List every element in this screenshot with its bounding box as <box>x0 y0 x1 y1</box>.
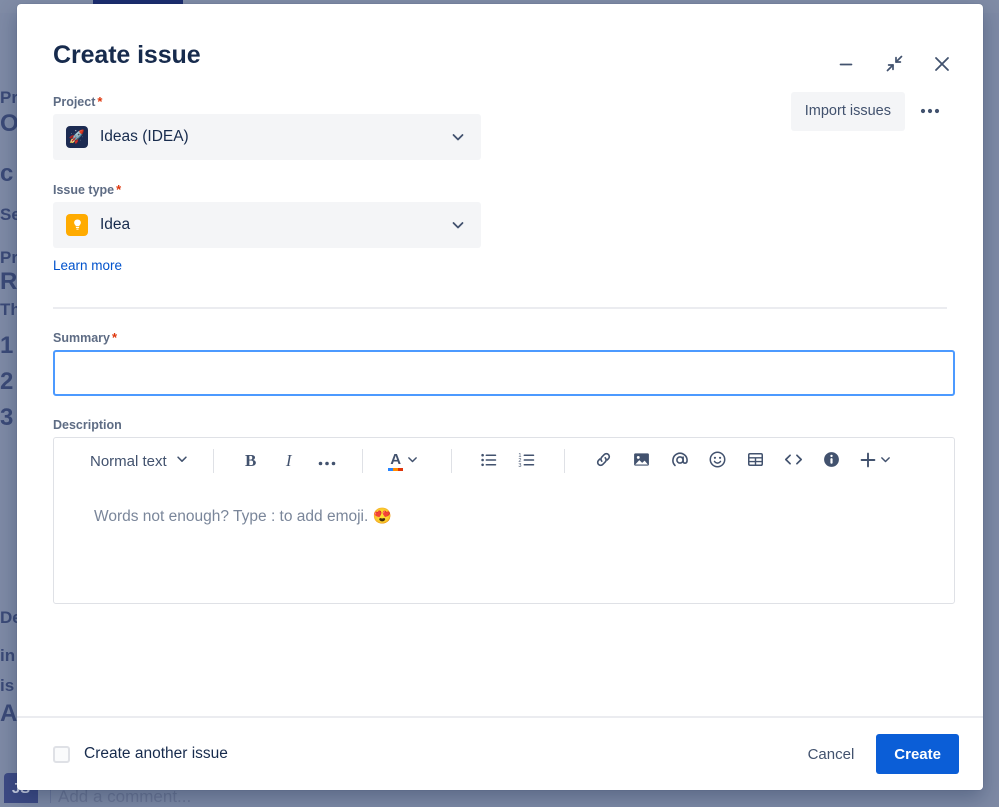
bullet-list-button[interactable] <box>473 445 505 477</box>
at-icon <box>670 450 690 473</box>
project-select[interactable]: 🚀 Ideas (IDEA) <box>53 114 481 160</box>
create-issue-modal: Create issue <box>17 4 983 790</box>
editor-toolbar: Normal text B I <box>54 438 954 485</box>
info-icon <box>822 450 841 472</box>
project-label-text: Project <box>53 95 95 109</box>
text-color-button[interactable]: A <box>382 445 426 477</box>
required-marker: * <box>97 94 102 109</box>
required-marker: * <box>116 182 121 197</box>
modal-footer: Create another issue Cancel Create <box>17 716 983 790</box>
table-button[interactable] <box>740 445 772 477</box>
cancel-button[interactable]: Cancel <box>794 735 869 773</box>
page-title: Create issue <box>53 42 947 70</box>
bold-button[interactable]: B <box>235 445 267 477</box>
import-issues-button[interactable]: Import issues <box>791 92 905 131</box>
more-formatting-button[interactable] <box>311 445 343 477</box>
description-editor-placeholder[interactable]: Words not enough? Type : to add emoji. 😍 <box>54 485 954 603</box>
create-another-issue-label: Create another issue <box>84 745 228 763</box>
svg-text:3: 3 <box>518 462 521 468</box>
rocket-icon: 🚀 <box>66 126 88 148</box>
insert-more-button[interactable] <box>854 445 898 477</box>
numbered-list-icon: 1 2 3 <box>518 451 536 472</box>
learn-more-link[interactable]: Learn more <box>53 258 122 273</box>
summary-input[interactable] <box>53 350 955 396</box>
issue-type-select[interactable]: Idea <box>53 202 481 248</box>
description-label: Description <box>53 418 947 432</box>
section-divider <box>53 307 947 309</box>
bullet-list-icon <box>480 451 498 472</box>
link-button[interactable] <box>588 445 620 477</box>
footer-actions: Cancel Create <box>794 734 959 774</box>
summary-label-text: Summary <box>53 331 110 345</box>
modal-body[interactable]: Import issues Project* 🚀 Ideas (IDEA) <box>17 70 983 717</box>
chevron-down-icon <box>175 452 189 470</box>
import-actions: Import issues <box>791 92 947 131</box>
image-icon <box>632 450 651 472</box>
toolbar-separator <box>213 449 214 473</box>
chevron-down-icon <box>879 453 892 469</box>
code-button[interactable] <box>778 445 810 477</box>
body-bottom-spacer <box>53 604 947 644</box>
plus-icon <box>859 451 877 472</box>
chevron-down-icon <box>450 217 466 233</box>
more-options-button[interactable] <box>913 94 947 128</box>
code-icon <box>783 450 804 472</box>
toolbar-separator <box>451 449 452 473</box>
color-swatch-bar <box>388 468 403 471</box>
mention-button[interactable] <box>664 445 696 477</box>
toolbar-separator <box>362 449 363 473</box>
more-horizontal-icon <box>318 454 336 469</box>
create-button[interactable]: Create <box>876 734 959 774</box>
project-select-value: Ideas (IDEA) <box>100 128 450 146</box>
lightbulb-icon <box>66 214 88 236</box>
issue-type-label: Issue type* <box>53 182 947 197</box>
letter-a: A <box>390 452 401 467</box>
modal-header: Create issue <box>17 4 983 70</box>
create-another-issue-checkbox[interactable] <box>53 746 70 763</box>
issue-type-field: Issue type* Idea Learn more <box>53 182 947 275</box>
summary-field: Summary* <box>53 330 947 396</box>
link-icon <box>594 450 613 472</box>
text-color-icon: A <box>388 452 403 471</box>
rich-text-editor: Normal text B I <box>53 437 955 604</box>
more-horizontal-icon <box>920 108 940 114</box>
issue-type-select-value: Idea <box>100 216 450 234</box>
description-field: Description Normal text B I <box>53 418 947 604</box>
image-button[interactable] <box>626 445 658 477</box>
table-icon <box>746 450 765 472</box>
info-panel-button[interactable] <box>816 445 848 477</box>
text-style-dropdown[interactable]: Normal text <box>64 445 203 477</box>
toolbar-separator <box>564 449 565 473</box>
text-style-value: Normal text <box>90 453 167 470</box>
italic-button[interactable]: I <box>273 445 305 477</box>
chevron-down-icon <box>406 453 419 469</box>
comment-placeholder: Add a comment... <box>58 787 191 807</box>
emoji-icon <box>708 450 727 472</box>
numbered-list-button[interactable]: 1 2 3 <box>511 445 543 477</box>
summary-label: Summary* <box>53 330 947 345</box>
issue-type-label-text: Issue type <box>53 183 114 197</box>
emoji-button[interactable] <box>702 445 734 477</box>
create-another-issue-checkbox-wrap[interactable]: Create another issue <box>53 745 228 763</box>
required-marker: * <box>112 330 117 345</box>
chevron-down-icon <box>450 129 466 145</box>
